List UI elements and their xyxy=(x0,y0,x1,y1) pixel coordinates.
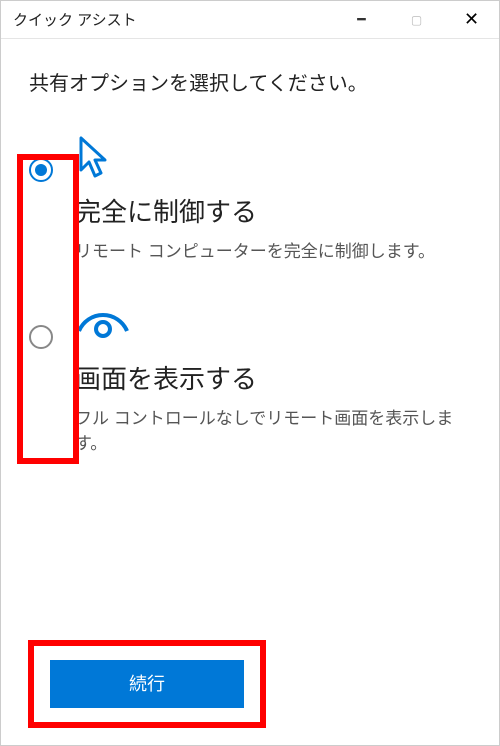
option-title: 完全に制御する xyxy=(75,192,471,229)
window-title: クイック アシスト xyxy=(13,9,334,30)
option-full-control[interactable]: 完全に制御する リモート コンピューターを完全に制御します。 xyxy=(29,136,471,265)
content-area: 共有オプションを選択してください。 完全に制御する リモート コンピューターを完… xyxy=(1,39,499,457)
radio-column xyxy=(29,136,69,182)
annotation-highlight-button: 続行 xyxy=(28,640,266,728)
maximize-button[interactable]: ▢ xyxy=(389,1,444,38)
option-view-screen[interactable]: 画面を表示する フル コントロールなしでリモート画面を表示します。 xyxy=(29,303,471,457)
radio-column xyxy=(29,303,69,349)
options-wrapper: 完全に制御する リモート コンピューターを完全に制御します。 画面を表示する フ… xyxy=(29,136,471,457)
minimize-button[interactable]: ━ xyxy=(334,1,389,38)
continue-button[interactable]: 続行 xyxy=(50,660,244,708)
option-title: 画面を表示する xyxy=(75,359,471,396)
close-button[interactable]: ✕ xyxy=(444,1,499,38)
option-description: フル コントロールなしでリモート画面を表示します。 xyxy=(75,406,471,457)
footer: 続行 xyxy=(0,640,500,728)
option-body: 完全に制御する リモート コンピューターを完全に制御します。 xyxy=(69,136,471,265)
radio-unselected[interactable] xyxy=(29,325,53,349)
option-description: リモート コンピューターを完全に制御します。 xyxy=(75,239,471,265)
radio-selected[interactable] xyxy=(29,158,53,182)
titlebar: クイック アシスト ━ ▢ ✕ xyxy=(1,1,499,39)
option-body: 画面を表示する フル コントロールなしでリモート画面を表示します。 xyxy=(69,303,471,457)
cursor-icon xyxy=(75,136,471,182)
eye-icon xyxy=(75,303,471,349)
window-controls: ━ ▢ ✕ xyxy=(334,1,499,38)
page-heading: 共有オプションを選択してください。 xyxy=(29,67,471,96)
